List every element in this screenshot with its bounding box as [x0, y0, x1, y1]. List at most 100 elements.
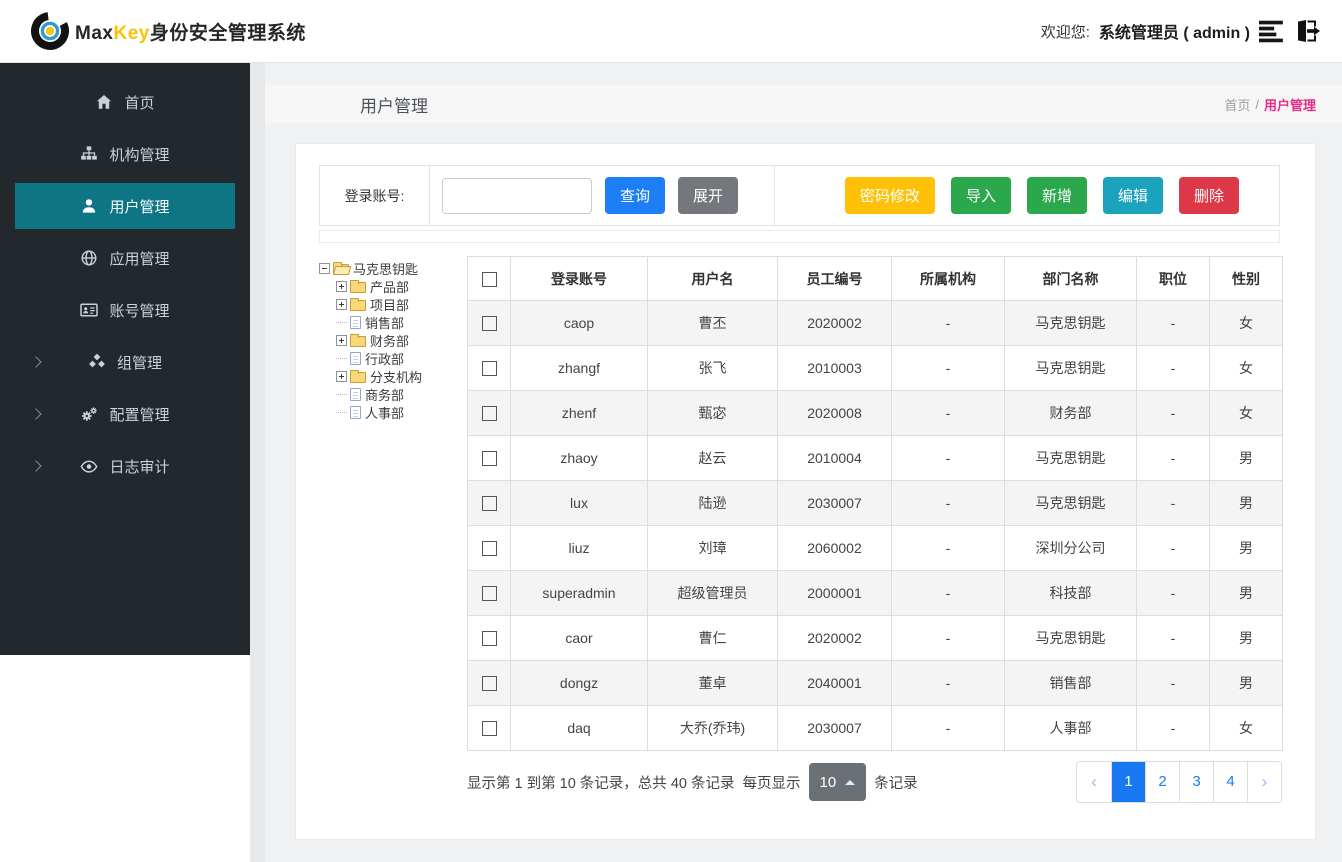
- expand-icon[interactable]: [336, 280, 347, 292]
- table-row[interactable]: zhangf 张飞 2010003 - 马克思钥匙 - 女: [467, 345, 1283, 391]
- cell-employee-no: 2030007: [777, 705, 892, 751]
- cell-gender: 男: [1209, 435, 1283, 481]
- tree-node-root[interactable]: 马克思钥匙: [319, 259, 467, 277]
- sidebar-item-account-management[interactable]: 账号管理: [15, 287, 235, 333]
- add-button[interactable]: 新增: [1026, 177, 1087, 214]
- table-toolbar-strip: [319, 230, 1280, 243]
- tree-node-label[interactable]: 产品部: [370, 277, 409, 296]
- tree-node-label[interactable]: 分支机构: [370, 367, 422, 386]
- column-header-login[interactable]: 登录账号: [510, 256, 648, 301]
- table-row[interactable]: lux 陆逊 2030007 - 马克思钥匙 - 男: [467, 480, 1283, 526]
- file-icon: [350, 315, 361, 329]
- cell-employee-no: 2030007: [777, 480, 892, 526]
- table-row[interactable]: caop 曹丕 2020002 - 马克思钥匙 - 女: [467, 300, 1283, 346]
- tree-node[interactable]: 产品部: [336, 277, 467, 295]
- cell-department: 马克思钥匙: [1004, 480, 1137, 526]
- tree-node-label[interactable]: 财务部: [370, 331, 409, 350]
- row-checkbox[interactable]: [481, 541, 497, 557]
- row-checkbox[interactable]: [481, 316, 497, 332]
- expand-icon[interactable]: [336, 334, 347, 346]
- sidebar-item-home[interactable]: 首页: [15, 79, 235, 125]
- row-checkbox[interactable]: [481, 721, 497, 737]
- maxkey-logo-icon: [31, 12, 69, 50]
- column-header-employee-no[interactable]: 员工编号: [777, 256, 892, 301]
- tree-node-label[interactable]: 商务部: [365, 385, 404, 404]
- tree-node-label[interactable]: 销售部: [365, 313, 404, 332]
- menu-bars-icon[interactable]: [1259, 18, 1285, 44]
- search-toolbar: 登录账号: 查询 展开 密码修改 导入 新增 编辑 删除: [319, 165, 1280, 226]
- expand-button[interactable]: 展开: [678, 177, 739, 214]
- expand-icon[interactable]: [336, 370, 347, 382]
- column-header-gender[interactable]: 性别: [1209, 256, 1283, 301]
- page-number-button[interactable]: 2: [1145, 762, 1179, 802]
- tree-node-label[interactable]: 马克思钥匙: [353, 259, 418, 278]
- tree-node-label[interactable]: 人事部: [365, 403, 404, 422]
- query-button[interactable]: 查询: [605, 177, 666, 214]
- tree-node[interactable]: 财务部: [336, 331, 467, 349]
- tree-node[interactable]: 销售部: [336, 313, 467, 331]
- sidebar-item-label: 账号管理: [109, 302, 170, 320]
- table-row[interactable]: liuz 刘璋 2060002 - 深圳分公司 - 男: [467, 525, 1283, 571]
- cell-login: zhaoy: [510, 435, 648, 481]
- sidebar-item-app-management[interactable]: 应用管理: [15, 235, 235, 281]
- sidebar-item-group-management[interactable]: 组管理: [15, 339, 235, 385]
- brand-logo[interactable]: MaxKey身份安全管理系统: [30, 11, 306, 51]
- row-checkbox[interactable]: [481, 631, 497, 647]
- next-page-button[interactable]: ›: [1247, 762, 1281, 802]
- table-row[interactable]: superadmin 超级管理员 2000001 - 科技部 - 男: [467, 570, 1283, 616]
- page-size-dropdown[interactable]: 10: [808, 763, 867, 801]
- sidebar-content-divider: [250, 63, 265, 862]
- tree-connector: [336, 357, 347, 359]
- tree-node[interactable]: 项目部: [336, 295, 467, 313]
- login-account-input[interactable]: [442, 177, 592, 214]
- table-row[interactable]: caor 曹仁 2020002 - 马克思钥匙 - 男: [467, 615, 1283, 661]
- tree-node-label[interactable]: 项目部: [370, 295, 409, 314]
- collapse-icon[interactable]: [319, 262, 330, 274]
- page-number-button[interactable]: 1: [1111, 762, 1145, 802]
- home-icon: [97, 95, 112, 109]
- sidebar-item-label: 配置管理: [109, 406, 170, 424]
- cell-gender: 男: [1209, 615, 1283, 661]
- tree-node-label[interactable]: 行政部: [365, 349, 404, 368]
- column-header-department[interactable]: 部门名称: [1004, 256, 1137, 301]
- row-checkbox[interactable]: [481, 676, 497, 692]
- tree-node[interactable]: 人事部: [336, 403, 467, 421]
- select-all-checkbox[interactable]: [481, 271, 497, 287]
- logout-icon[interactable]: [1294, 18, 1320, 44]
- column-header-position[interactable]: 职位: [1136, 256, 1210, 301]
- row-checkbox[interactable]: [481, 496, 497, 512]
- content-panel: 登录账号: 查询 展开 密码修改 导入 新增 编辑 删除 马克思钥匙 产品部 项…: [295, 143, 1316, 840]
- tree-node[interactable]: 商务部: [336, 385, 467, 403]
- row-checkbox[interactable]: [481, 451, 497, 467]
- edit-button[interactable]: 编辑: [1102, 177, 1163, 214]
- expand-icon[interactable]: [336, 298, 347, 310]
- cell-employee-no: 2040001: [777, 660, 892, 706]
- delete-button[interactable]: 删除: [1178, 177, 1239, 214]
- page-number-button[interactable]: 3: [1179, 762, 1213, 802]
- breadcrumb-home-link[interactable]: 首页: [1224, 95, 1250, 114]
- column-header-organization[interactable]: 所属机构: [891, 256, 1005, 301]
- change-password-button[interactable]: 密码修改: [844, 177, 935, 214]
- row-checkbox[interactable]: [481, 361, 497, 377]
- page-number-button[interactable]: 4: [1213, 762, 1247, 802]
- cell-department: 财务部: [1004, 390, 1137, 436]
- sidebar-item-log-audit[interactable]: 日志审计: [15, 443, 235, 489]
- table-row[interactable]: zhenf 甄宓 2020008 - 财务部 - 女: [467, 390, 1283, 436]
- import-button[interactable]: 导入: [950, 177, 1011, 214]
- sidebar-item-org-management[interactable]: 机构管理: [15, 131, 235, 177]
- table-row[interactable]: daq 大乔(乔玮) 2030007 - 人事部 - 女: [467, 705, 1283, 751]
- tree-node[interactable]: 分支机构: [336, 367, 467, 385]
- sidebar-item-user-management[interactable]: 用户管理: [15, 183, 235, 229]
- row-checkbox[interactable]: [481, 406, 497, 422]
- row-checkbox[interactable]: [481, 586, 497, 602]
- tree-node[interactable]: 行政部: [336, 349, 467, 367]
- org-tree: 马克思钥匙 产品部 项目部 销售部 财务部 行政部 分支机构 商务部 人事部: [319, 256, 467, 803]
- prev-page-button[interactable]: ‹: [1077, 762, 1111, 802]
- sidebar-item-config-management[interactable]: 配置管理: [15, 391, 235, 437]
- cell-login: superadmin: [510, 570, 648, 616]
- cell-department: 深圳分公司: [1004, 525, 1137, 571]
- table-row[interactable]: zhaoy 赵云 2010004 - 马克思钥匙 - 男: [467, 435, 1283, 481]
- cell-gender: 男: [1209, 480, 1283, 526]
- table-row[interactable]: dongz 董卓 2040001 - 销售部 - 男: [467, 660, 1283, 706]
- column-header-username[interactable]: 用户名: [647, 256, 778, 301]
